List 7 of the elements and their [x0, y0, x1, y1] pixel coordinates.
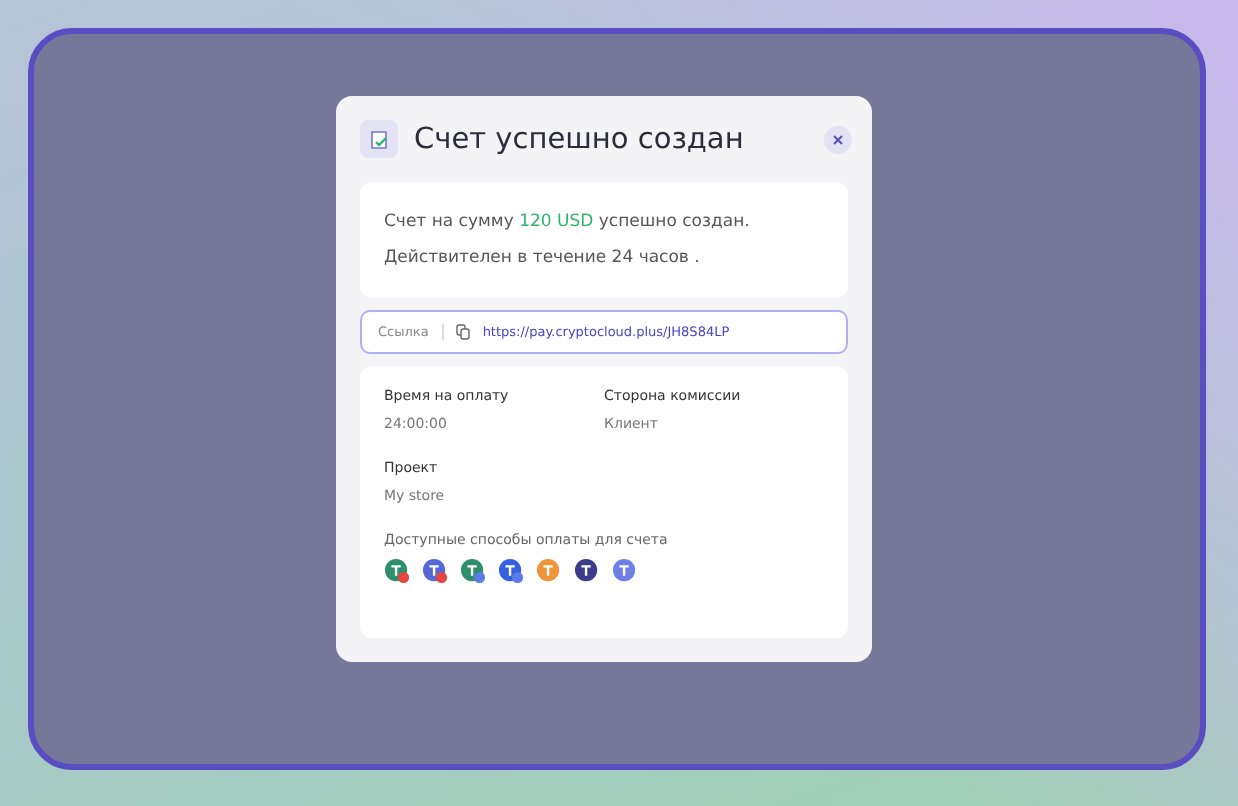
close-button[interactable]	[824, 125, 852, 153]
invoice-check-icon	[360, 120, 398, 158]
close-icon	[832, 133, 844, 145]
validity-message: Действителен в течение 24 часов .	[384, 246, 702, 272]
copy-icon[interactable]	[456, 324, 471, 340]
dialog-title: Счет успешно создан	[414, 123, 746, 155]
success-message: Счет на сумму 120 USD успешно создан.	[384, 210, 752, 236]
